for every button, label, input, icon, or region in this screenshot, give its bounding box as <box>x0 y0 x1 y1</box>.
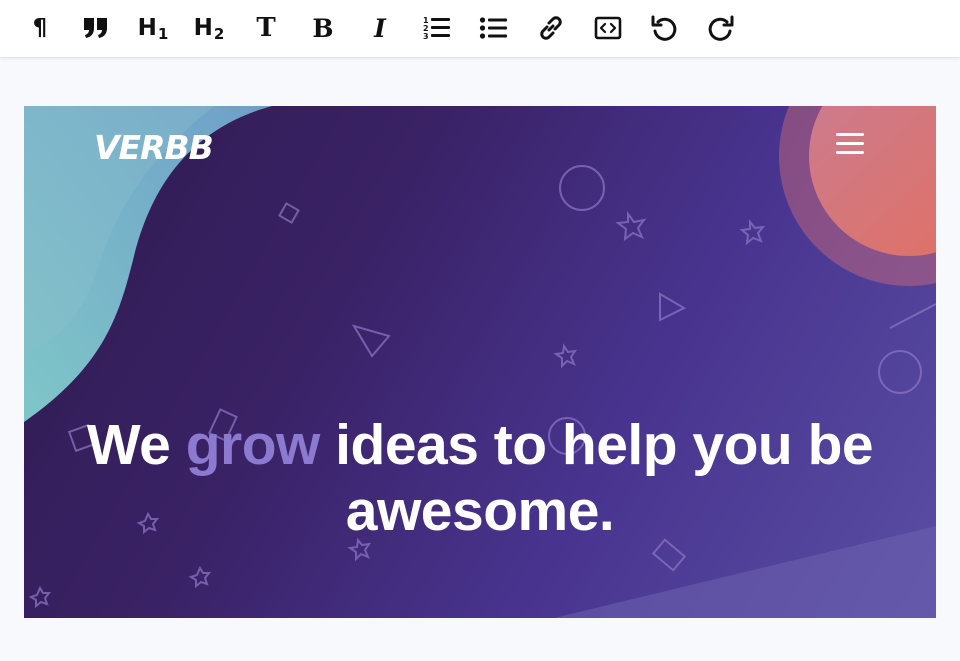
undo-button[interactable] <box>645 9 683 47</box>
bold-button[interactable]: B <box>304 9 342 47</box>
heading-2-button[interactable]: H2 <box>190 9 228 47</box>
link-icon <box>540 16 562 40</box>
paragraph-icon: ¶ <box>32 15 48 41</box>
headline-text-start: We <box>86 413 186 477</box>
heading-2-icon: H2 <box>193 15 225 43</box>
code-block-button[interactable] <box>589 9 627 47</box>
verbb-logo: VERBB <box>94 128 214 167</box>
hero-headline: We grow ideas to help you be awesome. <box>24 412 936 544</box>
code-block-icon <box>594 16 622 40</box>
italic-button[interactable]: I <box>361 9 399 47</box>
paragraph-button[interactable]: ¶ <box>21 9 59 47</box>
ordered-list-button[interactable]: 1 2 3 <box>418 9 456 47</box>
bullet-list-icon <box>479 17 507 39</box>
headline-text-end: ideas to help you be awesome. <box>319 413 874 543</box>
bold-icon: B <box>312 13 334 43</box>
editor-toolbar: ¶ H1 H2 T B I 1 2 3 <box>0 0 960 58</box>
heading-1-icon: H1 <box>137 15 169 43</box>
blockquote-button[interactable] <box>77 9 115 47</box>
headline-accent-word: grow <box>185 413 321 477</box>
bullet-list-button[interactable] <box>475 9 513 47</box>
link-button[interactable] <box>532 9 570 47</box>
hero-image[interactable]: VERBB We grow ideas to help you be aweso… <box>24 106 936 618</box>
heading-1-button[interactable]: H1 <box>134 9 172 47</box>
text-button[interactable]: T <box>247 9 285 47</box>
text-icon: T <box>256 13 276 43</box>
redo-button[interactable] <box>702 9 740 47</box>
undo-icon <box>651 15 677 41</box>
redo-icon <box>708 15 734 41</box>
hamburger-menu-icon[interactable] <box>836 133 866 157</box>
blockquote-icon <box>84 18 107 38</box>
ordered-list-icon: 1 2 3 <box>423 16 450 41</box>
italic-icon: I <box>374 13 386 43</box>
svg-text:3: 3 <box>423 32 429 41</box>
